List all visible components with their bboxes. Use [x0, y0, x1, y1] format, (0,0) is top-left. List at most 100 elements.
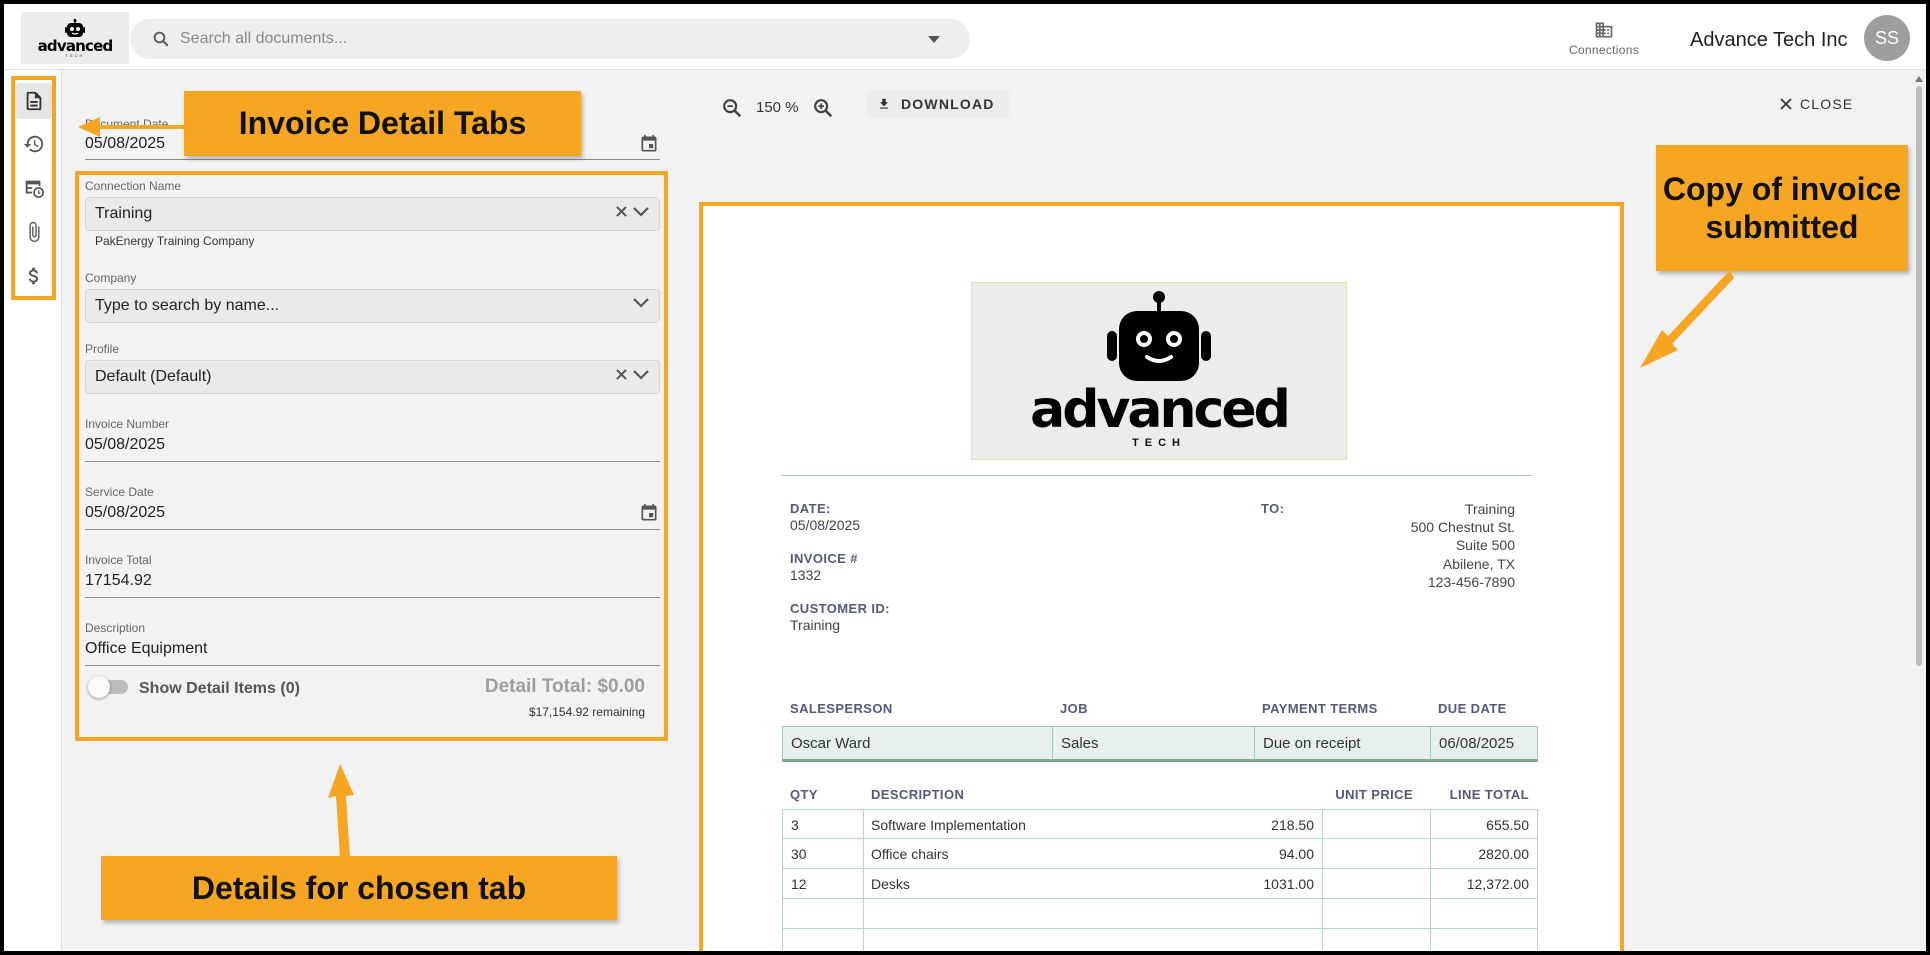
connection-name-label: Connection Name	[85, 179, 182, 193]
item-unit-price: 1031.00	[1263, 875, 1314, 892]
document-date-underline	[85, 159, 660, 160]
show-detail-items-label: Show Detail Items (0)	[139, 680, 300, 697]
line-item-row	[782, 899, 1538, 929]
callout-copy-of-invoice: Copy of invoice submitted	[1656, 145, 1908, 271]
viewer-scrollbar[interactable]	[1914, 76, 1924, 951]
tab-document[interactable]	[16, 83, 52, 119]
user-avatar[interactable]: SS	[1864, 15, 1910, 61]
service-date-value[interactable]: 05/08/2025	[85, 504, 165, 522]
invoice-total-value[interactable]: 17154.92	[85, 572, 152, 590]
app-logo[interactable]: advanced TECH	[21, 12, 129, 64]
invoice-number-value[interactable]: 05/08/2025	[85, 436, 165, 454]
column-divider	[1430, 839, 1431, 868]
description-header: DESCRIPTION	[871, 787, 965, 802]
item-unit-price: 218.50	[1271, 816, 1314, 833]
customer-id-label: CUSTOMER ID:	[790, 601, 890, 616]
salesperson-cell: Oscar Ward	[783, 727, 1053, 760]
company-label: Company	[85, 271, 137, 285]
callout-details-for-chosen-tab: Details for chosen tab	[101, 856, 617, 920]
column-divider	[1322, 839, 1323, 868]
company-select[interactable]: Type to search by name...	[85, 289, 660, 323]
connections-label: Connections	[1568, 43, 1639, 57]
sales-info-row: Oscar Ward Sales Due on receipt 06/08/20…	[782, 726, 1538, 762]
column-divider	[863, 929, 864, 951]
item-line-total: 655.50	[1486, 816, 1529, 833]
robot-logo-icon	[65, 18, 85, 37]
item-qty: 12	[791, 875, 807, 892]
profile-select[interactable]: Default (Default)	[85, 360, 660, 394]
zoom-out-icon[interactable]	[721, 97, 743, 119]
line-items-table: 3 Software Implementation 218.50 655.50 …	[782, 809, 1538, 951]
column-divider	[1430, 929, 1431, 951]
invoice-number-heading: INVOICE #	[790, 551, 858, 566]
item-unit-price: 94.00	[1278, 845, 1314, 862]
calendar-icon[interactable]	[639, 503, 659, 523]
document-icon	[26, 91, 42, 111]
invoice-logo-subtext: TECH	[1132, 437, 1186, 449]
to-line-city: Abilene, TX	[1442, 556, 1515, 572]
item-description: Office chairs	[871, 845, 949, 862]
download-label: DOWNLOAD	[901, 96, 995, 112]
download-icon	[879, 98, 889, 109]
invoice-number-text: 1332	[790, 567, 822, 583]
column-divider	[863, 810, 864, 839]
item-description: Software Implementation	[871, 816, 1026, 833]
callout-invoice-detail-tabs: Invoice Detail Tabs	[184, 91, 581, 156]
search-input[interactable]	[180, 30, 900, 48]
connections-button[interactable]: Connections	[1562, 20, 1646, 57]
robot-logo-icon	[1107, 291, 1211, 381]
column-divider	[1322, 929, 1323, 951]
clear-icon[interactable]	[616, 206, 627, 217]
search-bar[interactable]	[130, 19, 970, 59]
line-item-row: 30 Office chairs 94.00 2820.00	[782, 839, 1538, 869]
logo-wordmark: advanced	[37, 36, 114, 55]
logo-subtext: TECH	[65, 52, 85, 58]
column-divider	[1322, 810, 1323, 839]
to-label: TO:	[1261, 501, 1285, 516]
payment-terms-header: PAYMENT TERMS	[1262, 701, 1378, 716]
to-line-suite: Suite 500	[1455, 537, 1515, 553]
download-button[interactable]: DOWNLOAD	[867, 90, 1009, 118]
unit-price-header: UNIT PRICE	[1335, 787, 1413, 802]
line-item-row: 12 Desks 1031.00 12,372.00	[782, 869, 1538, 899]
scroll-up-icon[interactable]	[1915, 76, 1923, 82]
app-window: advanced TECH Connections Advance Tech I…	[0, 0, 1930, 955]
to-line-phone: 123-456-7890	[1427, 574, 1515, 590]
invoice-total-underline	[85, 597, 660, 598]
description-underline	[85, 665, 660, 666]
detail-total: Detail Total: $0.00	[484, 676, 645, 697]
arrow-left-icon	[78, 117, 186, 137]
job-cell: Sales	[1053, 727, 1255, 760]
show-detail-items-toggle[interactable]	[88, 676, 128, 698]
column-divider	[1430, 869, 1431, 898]
paperclip-icon	[29, 221, 40, 243]
company-placeholder: Type to search by name...	[95, 297, 280, 314]
table-clock-icon	[25, 180, 44, 198]
tab-payments[interactable]	[16, 258, 52, 294]
invoice-logo-wordmark: advanced	[1030, 380, 1291, 440]
item-line-total: 2820.00	[1478, 845, 1529, 862]
search-icon	[153, 31, 169, 47]
tab-table-history[interactable]	[16, 170, 52, 206]
chevron-down-icon[interactable]	[928, 36, 940, 43]
clear-icon[interactable]	[616, 369, 627, 380]
chevron-down-icon[interactable]	[633, 206, 649, 217]
chevron-down-icon[interactable]	[633, 298, 649, 308]
zoom-in-icon[interactable]	[812, 97, 834, 119]
description-label: Description	[85, 621, 146, 635]
tab-history[interactable]	[16, 126, 52, 162]
invoice-logo: advanced TECH	[971, 282, 1347, 460]
scrollbar-thumb[interactable]	[1916, 86, 1922, 666]
close-button[interactable]: CLOSE	[1780, 96, 1853, 112]
arrow-down-left-icon	[1640, 270, 1734, 368]
service-date-label: Service Date	[85, 485, 154, 499]
remaining-amount: $17,154.92 remaining	[528, 705, 645, 719]
to-line-street: 500 Chestnut St.	[1410, 519, 1515, 535]
tab-attachments[interactable]	[16, 214, 52, 250]
chevron-down-icon[interactable]	[633, 369, 649, 380]
description-value[interactable]: Office Equipment	[85, 640, 207, 658]
calendar-icon[interactable]	[639, 134, 659, 154]
qty-header: QTY	[790, 787, 818, 802]
invoice-date-value: 05/08/2025	[790, 517, 861, 533]
connection-name-select[interactable]: Training	[85, 197, 660, 231]
